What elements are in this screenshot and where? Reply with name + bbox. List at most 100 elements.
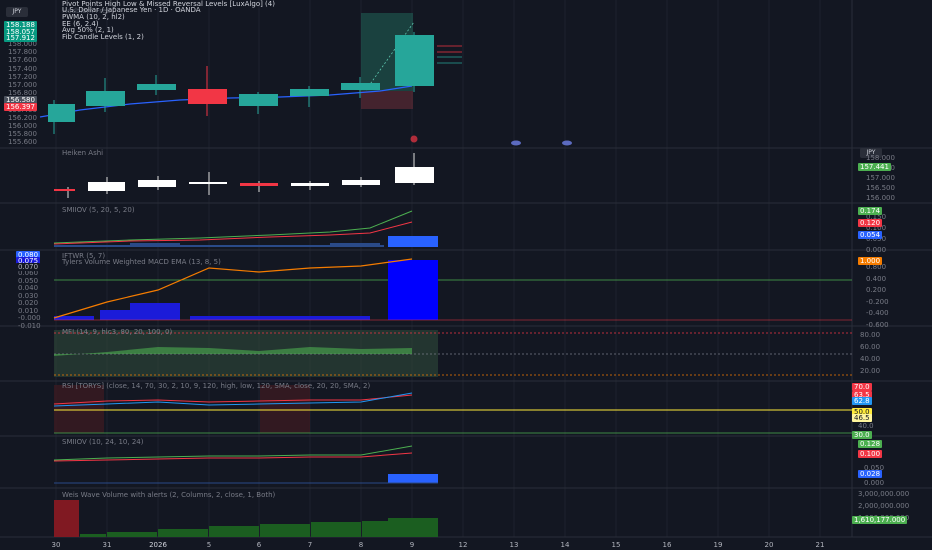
event-marker-2[interactable] — [562, 140, 572, 146]
smiiov-label[interactable]: SMIIOV (5, 20, 5, 20) — [62, 206, 135, 215]
rsi-tag-70: 70.0 — [852, 383, 872, 391]
weis-bar-4 — [209, 526, 259, 537]
smiiov-pane-1[interactable] — [53, 210, 438, 247]
smiiov2-hist-bar — [388, 474, 438, 483]
pane-separators — [0, 0, 932, 538]
rsi-tag-62: 62.8 — [852, 397, 872, 405]
smiiov-hist-bar-last — [388, 236, 438, 247]
time-tick: 15 — [611, 541, 621, 549]
heiken-tag: 157.441 — [858, 163, 891, 171]
event-marker[interactable] — [511, 140, 521, 146]
ha-candle-4 — [189, 182, 227, 184]
price-tag-green-b: 157.912 — [4, 34, 37, 42]
ha-candle-8 — [395, 167, 434, 183]
mfi-price-tick: 80.00 — [860, 331, 881, 339]
smiiov-hist-bar-2 — [330, 243, 380, 247]
macd-hist-bar-2 — [100, 310, 130, 320]
price-tick: 157.000 — [8, 81, 37, 89]
weis-price-tick: 2,000,000.000 — [858, 502, 910, 510]
ha-candle-2 — [88, 182, 125, 191]
time-tick: 5 — [206, 541, 212, 549]
alert-marker[interactable] — [410, 135, 418, 143]
rsi-tag-30: 30.0 — [852, 431, 872, 439]
smiiov2-tag-green: 0.128 — [858, 440, 883, 448]
iftwr-pane[interactable] — [53, 258, 852, 321]
iftwr-right-tick: -0.400 — [866, 309, 889, 317]
time-tick: 30 — [51, 541, 61, 549]
symbol-chip[interactable]: JPY — [6, 7, 28, 17]
mfi-pane[interactable] — [54, 330, 852, 377]
smiiov2-tag-blue: 0.028 — [858, 470, 883, 478]
rsi-tag-46: 46.5 — [852, 414, 872, 422]
macd-hist-bar-last — [388, 260, 438, 320]
weis-bar-3 — [158, 529, 208, 537]
time-tick: 19 — [713, 541, 723, 549]
smiiov2-price-tick: 0.000 — [864, 479, 885, 487]
heiken-price-tick: 158.000 — [866, 154, 895, 162]
rsi-bg-red — [54, 385, 104, 433]
iftwr-right-tick: 0.400 — [866, 274, 887, 283]
smiiov2-tag-red: 0.100 — [858, 450, 883, 458]
iftwr-right-tick: 0.200 — [866, 286, 887, 294]
mfi-price-tick: 60.00 — [860, 343, 881, 351]
time-tick: 7 — [307, 541, 313, 549]
weis-bar-2 — [107, 532, 157, 537]
rsi-line-blue — [53, 392, 413, 407]
weis-bar-5 — [260, 524, 310, 537]
mfi-price-tick: 40.00 — [860, 355, 881, 363]
ha-candle-6 — [291, 183, 329, 186]
time-tick: 31 — [102, 541, 112, 549]
price-tick: 157.400 — [8, 64, 37, 73]
mfi-label[interactable]: MFI (14, 9, hlc3, 80, 20, 100, 0) — [62, 328, 172, 337]
chart-canvas[interactable] — [0, 0, 932, 550]
weis-bar — [80, 534, 106, 537]
time-tick: 14 — [560, 541, 570, 549]
iftwr-right-tick: -0.600 — [866, 320, 889, 329]
rsi-label[interactable]: RSI [TORYS] (close, 14, 70, 30, 2, 10, 9… — [62, 382, 370, 391]
smiiov-hist-bar — [130, 243, 180, 247]
price-tick: 157.800 — [8, 48, 37, 57]
weis-bar-last — [388, 518, 438, 537]
time-tick: 9 — [409, 541, 415, 549]
smiiov-pane-2[interactable] — [53, 445, 438, 484]
macd-hist-bar-3 — [130, 303, 180, 320]
time-tick: 21 — [815, 541, 825, 549]
price-tick: 157.200 — [8, 72, 37, 81]
heiken-price-tick: 157.000 — [866, 174, 895, 182]
time-tick: 8 — [358, 541, 364, 549]
rsi-bg-red-2 — [260, 385, 310, 433]
ha-candle-1 — [54, 189, 75, 191]
rsi-pane[interactable] — [53, 385, 852, 434]
mfi-price-tick: 20.00 — [860, 367, 881, 375]
rsi-line-red — [53, 394, 413, 405]
smiiov2-label[interactable]: SMIIOV (10, 24, 10, 24) — [62, 438, 143, 447]
macd-hist-bar-4 — [190, 316, 370, 320]
ha-candle-3 — [138, 180, 176, 187]
ha-candle-5 — [240, 183, 278, 186]
weis-label[interactable]: Weis Wave Volume with alerts (2, Columns… — [62, 491, 275, 500]
time-tick: 2026 — [149, 541, 167, 549]
heiken-price-tick: 156.500 — [866, 184, 895, 192]
time-tick: 12 — [458, 541, 468, 549]
weis-bar-6 — [311, 522, 361, 537]
smiiov2-main — [53, 452, 413, 462]
iftwr-left-tick: -0.010 — [18, 321, 41, 330]
iftwr-line — [53, 258, 413, 319]
price-tick: 155.800 — [8, 130, 37, 139]
heiken-ashi-pane[interactable] — [54, 153, 434, 198]
smiiov-tag-red: 0.120 — [858, 219, 883, 227]
fib-legend[interactable]: Fib Candle Levels (1, 2) — [62, 33, 144, 42]
heiken-candles — [67, 153, 415, 198]
heiken-label[interactable]: Heiken Ashi — [62, 149, 103, 158]
time-tick: 20 — [764, 541, 774, 549]
ha-candle-7 — [342, 180, 380, 185]
smiiov-price-tick: 0.000 — [866, 246, 887, 254]
smiiov-tag-green: 0.174 — [858, 207, 883, 215]
heiken-price-tick: 156.000 — [866, 194, 895, 202]
macd-label[interactable]: Tylers Volume Weighted MACD EMA (13, 8, … — [62, 258, 221, 267]
weis-wave-pane[interactable] — [54, 500, 438, 537]
time-tick: 6 — [256, 541, 262, 549]
smiiov-tag-blue: 0.054 — [858, 231, 883, 239]
weis-price-tick: 3,000,000.000 — [858, 490, 910, 498]
price-tick: 156.200 — [8, 113, 37, 122]
